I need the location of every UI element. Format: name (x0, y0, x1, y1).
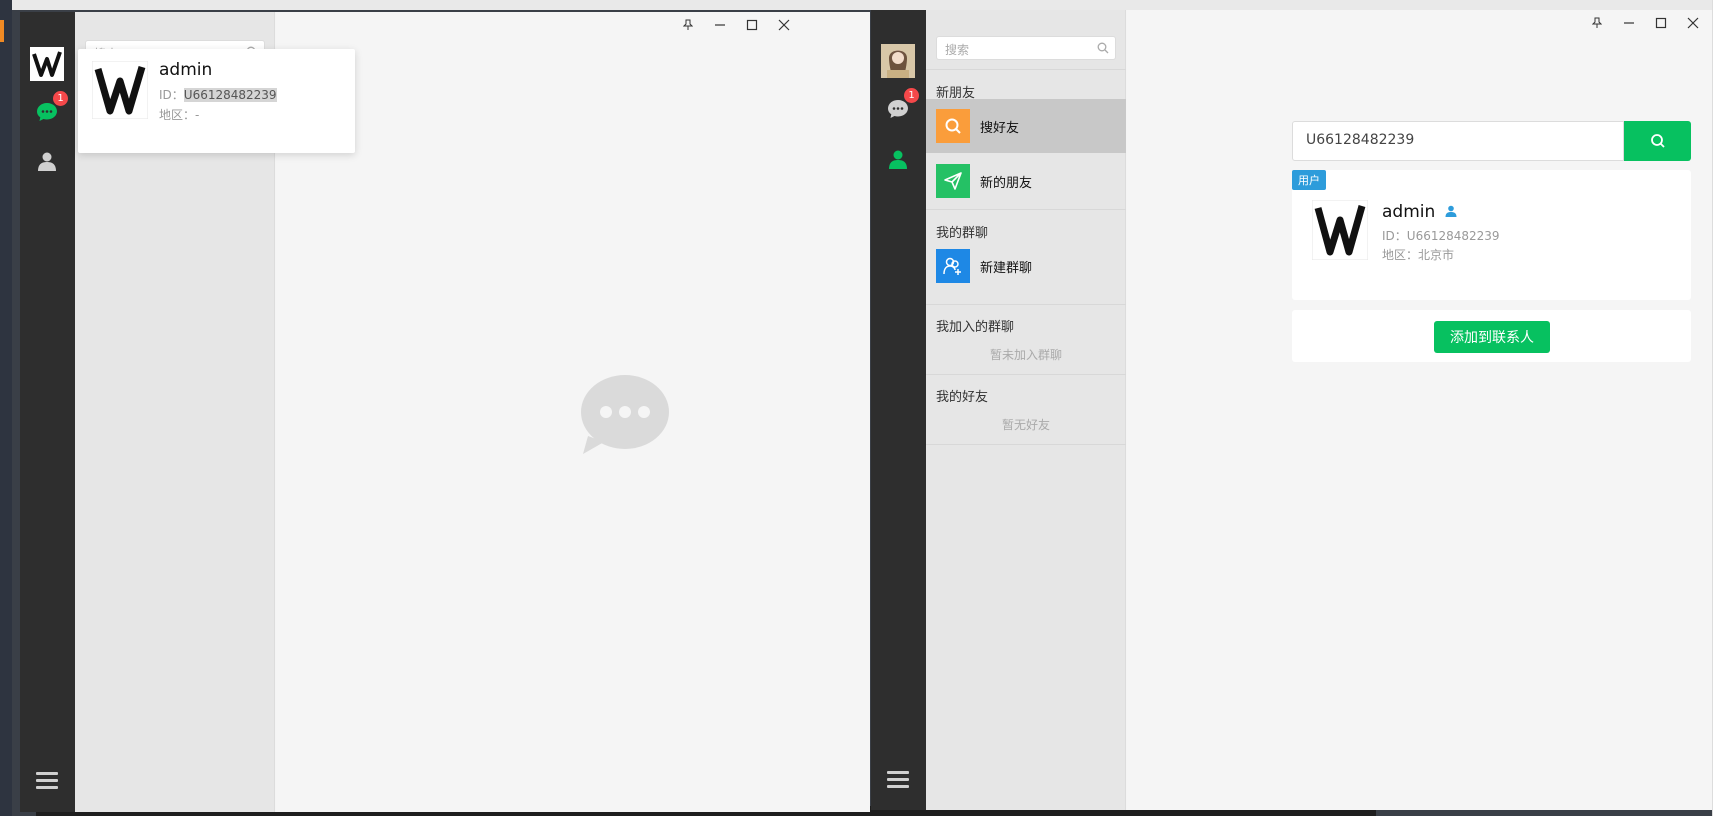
desktop-right-edge (1712, 0, 1731, 816)
avatar[interactable] (30, 47, 64, 81)
window-controls (1581, 12, 1709, 34)
friend-search-button[interactable] (1624, 121, 1691, 161)
chat-icon[interactable]: 1 (32, 91, 68, 127)
user-tag-badge: 用户 (1292, 170, 1326, 190)
divider (926, 209, 1126, 210)
list-item-search-friend[interactable]: 搜好友 (926, 99, 1126, 153)
menu-icon[interactable] (36, 772, 58, 790)
pin-icon[interactable] (1581, 12, 1613, 34)
chat-icon[interactable]: 1 (883, 88, 919, 124)
divider (926, 374, 1126, 375)
maximize-icon[interactable] (1645, 12, 1677, 34)
contacts-window-right: 1 搜索 新朋友 搜好友 新的朋友 我的群聊 新建群聊 我加入的群聊 暂未加入群… (871, 10, 1712, 810)
window-controls (672, 14, 800, 36)
add-group-icon (936, 249, 970, 283)
result-avatar (1311, 199, 1369, 261)
list-item-create-group[interactable]: 新建群聊 (926, 239, 1126, 293)
contacts-list: 搜索 新朋友 搜好友 新的朋友 我的群聊 新建群聊 我加入的群聊 暂未加入群聊 … (926, 10, 1126, 810)
section-joined-groups: 我加入的群聊 (936, 320, 1015, 335)
taskbar-accent (0, 20, 4, 42)
search-icon (1097, 42, 1109, 57)
desktop-left-edge (0, 0, 12, 816)
sidebar: 1 (871, 10, 926, 810)
search-friend-panel: U66128482239 用户 admin ID：U66128482239 地区… (1127, 10, 1712, 810)
chat-content-area (276, 12, 870, 812)
friend-search-input[interactable]: U66128482239 (1292, 121, 1624, 161)
list-item-label: 搜好友 (980, 121, 1020, 136)
result-name-text: admin (1382, 202, 1436, 222)
user-icon (1445, 205, 1457, 217)
sidebar: 1 (20, 12, 75, 812)
my-friends-empty: 暂无好友 (1001, 418, 1050, 432)
search-friend-icon (936, 109, 970, 143)
search-placeholder: 搜索 (945, 43, 970, 57)
joined-groups-empty: 暂未加入群聊 (989, 348, 1062, 362)
chat-window-left: 1 搜索 (20, 12, 870, 812)
list-item-label: 新的朋友 (980, 176, 1033, 191)
search-input[interactable]: 搜索 (936, 36, 1116, 60)
profile-region-value: - (195, 108, 200, 122)
close-icon[interactable] (1677, 12, 1709, 34)
close-icon[interactable] (768, 14, 800, 36)
search-icon (1650, 134, 1665, 148)
result-id: ID：U66128482239 (1382, 229, 1500, 243)
profile-id-label: ID： (159, 88, 184, 102)
list-item-label: 新建群聊 (980, 261, 1033, 276)
unread-badge: 1 (904, 88, 919, 103)
avatar[interactable] (881, 44, 915, 78)
divider (926, 69, 1126, 70)
profile-region: 地区：- (159, 106, 199, 123)
result-region: 地区：北京市 (1382, 248, 1455, 262)
contacts-icon[interactable] (32, 146, 62, 176)
contacts-icon[interactable] (883, 144, 913, 174)
section-my-friends: 我的好友 (936, 390, 989, 405)
search-result-card: 用户 admin ID：U66128482239 地区：北京市 (1292, 170, 1691, 300)
add-contact-button[interactable]: 添加到联系人 (1434, 321, 1550, 353)
send-icon (936, 164, 970, 198)
profile-id: ID：U66128482239 (159, 86, 277, 103)
divider (926, 304, 1126, 305)
maximize-icon[interactable] (736, 14, 768, 36)
unread-badge: 1 (53, 91, 68, 106)
profile-id-value[interactable]: U66128482239 (183, 88, 277, 102)
chat-bubble-icon (580, 374, 670, 454)
pin-icon[interactable] (672, 14, 704, 36)
profile-avatar (91, 60, 149, 120)
menu-icon[interactable] (887, 771, 909, 789)
profile-region-label: 地区： (159, 108, 196, 122)
user-profile-popup: admin ID：U66128482239 地区：- (78, 49, 355, 153)
divider (926, 444, 1126, 445)
result-name: admin (1382, 202, 1457, 222)
minimize-icon[interactable] (704, 14, 736, 36)
desktop-top-bar (0, 0, 1731, 10)
profile-name: admin (159, 60, 213, 80)
list-item-new-friends[interactable]: 新的朋友 (926, 154, 1126, 208)
add-contact-card: 添加到联系人 (1292, 310, 1691, 362)
minimize-icon[interactable] (1613, 12, 1645, 34)
